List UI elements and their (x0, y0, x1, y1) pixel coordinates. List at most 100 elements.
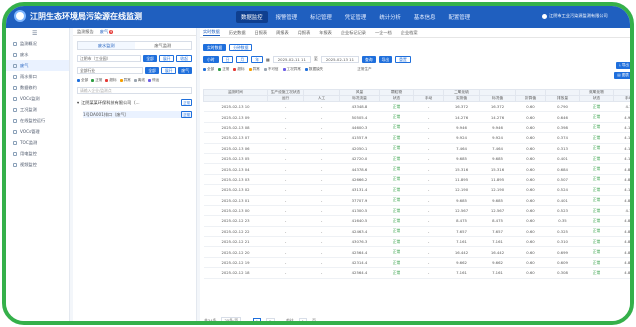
tab-monthly[interactable]: 月报表 (298, 30, 311, 36)
tab-daily[interactable]: 日报表 (255, 30, 268, 36)
tab-company-file[interactable]: 企业档案 (401, 30, 418, 36)
table-row[interactable]: 2025-02-13 06- -42050.1 正常 -7.464 7.464 0.60 0… (203, 143, 630, 154)
table-row[interactable]: 2025-02-12 18- -42564.4 正常 -7.161 7.161 0.60 0… (203, 267, 630, 279)
table-row[interactable]: 2025-02-13 08- -44600.3 正常 -9.946 9.946 0.60 0… (203, 122, 630, 134)
sidebar-item-overview[interactable]: 监测概况 (6, 38, 69, 49)
all-industry-button[interactable]: 全部 (145, 66, 159, 74)
seg-day[interactable]: 日 (221, 55, 234, 63)
seg-year[interactable]: 年 (251, 55, 263, 63)
region-select[interactable]: 江阴市（工业园） (77, 54, 142, 62)
nav-statistics[interactable]: 统计分析 (374, 11, 406, 23)
seg-month[interactable]: 月 (236, 55, 249, 63)
sidebar-item-condition[interactable]: 工况监测 (6, 104, 69, 115)
nav-voucher[interactable]: 凭证管理 (340, 11, 372, 23)
menu-toggle-icon[interactable]: ☰ (6, 28, 69, 38)
filter-exceed[interactable]: 超标 (233, 67, 245, 72)
tab-waste-gas-monitor[interactable]: 废气监测 (135, 42, 192, 49)
next-page-icon[interactable]: › (280, 319, 282, 322)
legend-abnormal[interactable]: 异常 (119, 78, 131, 83)
table-row[interactable]: 2025-02-13 00- -41300.5 正常 -12.567 12.567 0.6… (203, 205, 630, 217)
reset-button[interactable]: 重置 (395, 55, 411, 63)
sidebar-item-label: 在线监控运行 (20, 117, 46, 123)
prev-page-icon[interactable]: ‹ (246, 319, 248, 322)
gas-button[interactable]: 废气 (178, 66, 192, 74)
table-row[interactable]: 2025-02-12 22- -42463.4 正常 -7.657 7.657 0.60 0… (203, 226, 630, 238)
sidebar-item-video[interactable]: 视频监控 (6, 159, 69, 170)
legend-stopped[interactable]: 停运 (147, 78, 159, 83)
tree-search-input[interactable]: 请输入企业/监测点 (77, 87, 192, 94)
filter-normal[interactable]: 正常 (218, 67, 229, 72)
date-to-input[interactable]: 2025-02-13 11 (320, 55, 359, 63)
filter-missing[interactable]: 数据缺失 (304, 67, 323, 72)
legend-offline[interactable]: 离线 (133, 78, 145, 83)
expand-button[interactable]: 展开 (158, 54, 175, 62)
goto-input[interactable]: 1 (298, 317, 308, 321)
filter-all[interactable]: 全部 (203, 67, 214, 72)
page-1[interactable]: 1 (252, 317, 262, 321)
tab-waste-gas[interactable]: 废气 9 (100, 29, 114, 35)
tab-history[interactable]: 历史数据 (229, 30, 246, 36)
collapse-button[interactable]: 收起 (176, 54, 192, 62)
all-button[interactable]: 全部 (143, 54, 157, 62)
user-info[interactable]: 江阴市工业污染源监测有限公司 (542, 13, 608, 19)
query-button[interactable]: 查询 (361, 55, 376, 63)
chart-button[interactable]: ▤ 图表 (614, 72, 630, 79)
filter-abnormal[interactable]: 异常 (248, 67, 260, 72)
nav-config[interactable]: 配置管理 (443, 11, 475, 23)
table-row[interactable]: 2025-02-13 10- -43348.8 正常 -16.372 16.372 0.6… (203, 101, 630, 113)
table-cell: 2025-02-13 09 (203, 111, 268, 123)
legend-all[interactable]: 全部 (77, 78, 88, 83)
table-row[interactable]: 2025-02-13 07- -41557.9 正常 -9.924 9.924 0.60 0… (203, 132, 630, 144)
table-cell: 0.60 (515, 195, 546, 206)
table-row[interactable]: 2025-02-12 19- -42314.4 正常 -9.662 9.662 0.60 0… (203, 257, 630, 269)
nav-alarm[interactable]: 报警管理 (271, 11, 303, 23)
expand-industry-button[interactable]: 展开 (160, 66, 177, 74)
table-cell: - (413, 195, 444, 206)
sidebar-item-wastewater[interactable]: 废水 (6, 49, 69, 60)
sidebar-item-toc[interactable]: TOC监测 (6, 137, 69, 148)
table-row[interactable]: 2025-02-12 20- -42564.4 正常 -16.442 16.442 0.6… (203, 246, 630, 258)
seg-hour[interactable]: 小时 (203, 55, 219, 63)
nav-mark[interactable]: 标记管理 (305, 11, 337, 23)
sidebar-item-operation[interactable]: 在线监控运行 (6, 115, 69, 126)
legend-normal[interactable]: 正常 (91, 78, 102, 83)
download-button[interactable]: ⤓ 导出 (616, 62, 630, 69)
tree-node-company[interactable]: ▾ 江阴某某环保科技有限公司（... 正常 (77, 99, 192, 106)
sidebar-item-rainwater[interactable]: 雨水排口 (6, 71, 69, 82)
legend-exceed[interactable]: 超标 (105, 78, 117, 83)
nav-data-monitor[interactable]: 数据监控 (236, 11, 268, 23)
tab-yearly[interactable]: 年报表 (319, 30, 332, 36)
tab-realtime[interactable]: 实时数据 (203, 29, 220, 36)
tree-node-point[interactable]: 1号DA001排口（废气） 正常 (83, 111, 192, 118)
page-size-select[interactable]: 25条/页 (221, 317, 242, 321)
download-label: 导出 (621, 63, 629, 67)
export-button[interactable]: 导出 (378, 55, 393, 63)
table-row[interactable]: 2025-02-13 04- -44378.6 正常 -15.316 15.316 0.6… (203, 163, 630, 175)
tab-one-file[interactable]: 一企一档 (375, 30, 392, 36)
tab-wastewater-monitor[interactable]: 废水监测 (78, 42, 135, 49)
date-from-input[interactable]: 2025-02-11 11 (272, 55, 311, 63)
table-row[interactable]: 2025-02-13 09- -50505.4 正常 -14.276 14.276 0.6… (203, 111, 630, 123)
sidebar-item-power[interactable]: 用电监控 (6, 148, 69, 159)
tab-mark-record[interactable]: 企业标记记录 (341, 30, 366, 36)
table-row[interactable]: 2025-02-13 01- -37707.9 正常 -9.685 9.685 0.60 0… (203, 195, 630, 206)
table-row[interactable]: 2025-02-12 21- -43076.3 正常 -7.161 7.161 0.60 0… (203, 236, 630, 248)
nav-basic-info[interactable]: 基本信息 (409, 11, 441, 23)
filter-condition[interactable]: 工况异常 (282, 67, 301, 72)
horizontal-scrollbar[interactable] (572, 321, 634, 323)
tab-report[interactable]: 监测报告 (77, 29, 94, 35)
tab-weekly[interactable]: 周报表 (276, 30, 289, 36)
realtime-button[interactable]: 实时数据 (203, 43, 227, 51)
minute-button[interactable]: 分钟数据 (229, 43, 253, 51)
sidebar-item-waste-gas[interactable]: 废气 (6, 60, 69, 71)
filter-untrusted[interactable]: 不可信 (263, 67, 279, 72)
sidebar-item-vocs-monitor[interactable]: VOCs监测 (6, 93, 69, 104)
sidebar-item-vocs-manage[interactable]: VOCs管理 (6, 126, 69, 137)
page-2[interactable]: 2 (266, 317, 275, 321)
sidebar-item-data-revision[interactable]: 数据修约 (6, 82, 69, 93)
table-row[interactable]: 2025-02-12 23- -41640.5 正常 -8.475 8.475 0.60 0… (203, 215, 630, 227)
industry-select[interactable]: 全部行业 (77, 66, 144, 74)
table-row[interactable]: 2025-02-13 05- -42720.0 正常 -9.685 9.685 0.60 0… (203, 153, 630, 165)
table-row[interactable]: 2025-02-13 03- -42666.2 正常 -11.895 11.895 0.6… (203, 174, 630, 186)
table-row[interactable]: 2025-02-13 02- -43131.4 正常 -12.190 12.190 0.6… (203, 184, 630, 196)
